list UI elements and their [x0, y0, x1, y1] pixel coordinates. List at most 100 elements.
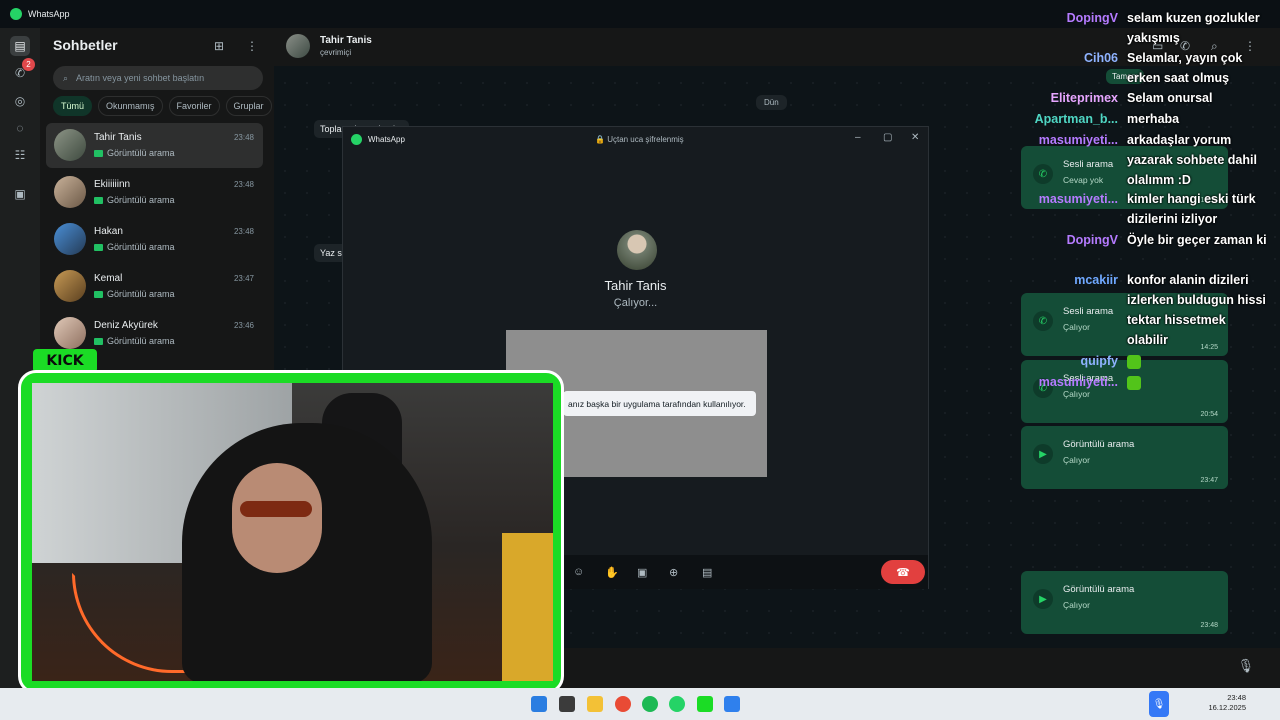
streamer-face [232, 463, 322, 573]
microphone-in-use-icon[interactable]: 🎙 [1149, 691, 1169, 717]
chat-text: arkadaşlar yorum yazarak sohbete dahil o… [1127, 133, 1257, 187]
whatsapp-taskbar-icon[interactable] [669, 696, 685, 712]
chat-username: masumiyeti... [1038, 133, 1118, 147]
chat-text: merhaba [1127, 112, 1180, 126]
app-title: WhatsApp [28, 9, 70, 19]
search-input[interactable]: ⌕ Aratın veya yeni sohbet başlatın [53, 66, 263, 90]
chat-time: 23:48 [233, 133, 254, 142]
video-call-icon [94, 149, 103, 157]
webcam-feed [32, 383, 553, 681]
avatar [54, 129, 86, 161]
call-title: Görüntülü arama [1063, 584, 1135, 595]
chat-text: Selamlar, yayın çok erken saat olmuş [1127, 51, 1243, 85]
chat-text: kimler hangi eski türk dizilerini izliyo… [1127, 192, 1256, 226]
more-options-icon[interactable]: ▤ [702, 566, 712, 579]
clock[interactable]: 23:48 16.12.2025 [1208, 693, 1246, 713]
avatar [54, 270, 86, 302]
clock-date: 16.12.2025 [1208, 703, 1246, 712]
minimize-icon[interactable]: – [855, 132, 861, 143]
menu-icon[interactable]: ⋮ [246, 39, 258, 53]
chat-time: 23:48 [233, 227, 254, 236]
filter-favorites[interactable]: Favoriler [168, 96, 220, 116]
close-icon[interactable]: ✕ [911, 132, 919, 143]
chat-preview: Görüntülü arama [107, 336, 175, 346]
hangup-icon: ☎ [896, 566, 910, 579]
search-icon: ⌕ [63, 72, 69, 83]
call-status: Çalıyor [1063, 455, 1090, 465]
avatar[interactable] [286, 34, 310, 58]
chat-username: masumiyeti... [1038, 375, 1118, 389]
chat-name: Kemal [94, 273, 123, 284]
whatsapp-logo-icon [10, 8, 22, 20]
start-icon[interactable] [531, 696, 547, 712]
chat-text: selam kuzen gozlukler yakışmış [1127, 11, 1260, 45]
chat-item[interactable]: Hakan 23:48 Görüntülü arama [46, 217, 263, 262]
encryption-label: Uçtan uca şifrelenmiş [607, 135, 684, 144]
taskbar: 🎙 23:48 16.12.2025 [0, 688, 1280, 720]
chat-preview: Görüntülü arama [107, 242, 175, 252]
screen-share-icon[interactable]: ▣ [637, 566, 647, 579]
new-chat-icon[interactable]: ⊞ [214, 39, 224, 53]
video-call-icon: ▶ [1033, 589, 1053, 609]
chat-username: DopingV [1066, 233, 1118, 247]
video-call-icon [94, 196, 103, 204]
date-divider: Dün [756, 95, 787, 110]
spotify-icon[interactable] [642, 696, 658, 712]
filter-chips: Tümü Okunmamış Favoriler Gruplar [53, 96, 272, 116]
archive-icon[interactable]: ▣ [10, 184, 30, 204]
encryption-notice: 🔒 Uçtan uca şifrelenmiş [595, 135, 684, 144]
chat-name: Ekiiiiiinn [94, 179, 131, 190]
chat-list-title: Sohbetler [53, 37, 118, 53]
chat-item[interactable]: Tahir Tanis 23:48 Görüntülü arama [46, 123, 263, 168]
photos-icon[interactable] [724, 696, 740, 712]
kick-icon[interactable] [697, 696, 713, 712]
chat-text: Selam onursal [1127, 91, 1213, 105]
add-participant-icon[interactable]: ⊕ [669, 566, 678, 579]
video-call-icon [94, 290, 103, 298]
call-title: Görüntülü arama [1063, 439, 1135, 450]
contact-status: çevrimiçi [320, 48, 352, 57]
chat-text: Öyle bir geçer zaman ki [1127, 233, 1267, 247]
call-time: 23:48 [1200, 622, 1218, 629]
chat-item[interactable]: Ekiiiiiinn 23:48 Görüntülü arama [46, 170, 263, 215]
video-call-icon [94, 243, 103, 251]
chat-item[interactable]: Kemal 23:47 Görüntülü arama [46, 264, 263, 309]
chrome-icon[interactable] [615, 696, 631, 712]
call-time: 23:47 [1200, 477, 1218, 484]
communities-icon[interactable]: ☷ [10, 145, 30, 165]
channels-icon[interactable]: ◌ [10, 118, 30, 138]
chat-text: konfor alanin dizileri izlerken buldugun… [1127, 273, 1266, 347]
filter-unread[interactable]: Okunmamış [98, 96, 163, 116]
chats-icon[interactable]: ▤ [10, 36, 30, 56]
stream-chat-overlay: DopingV selam kuzen gozlukler yakışmış C… [1020, 8, 1270, 398]
end-call-button[interactable]: ☎ [881, 560, 925, 584]
chat-username: DopingV [1066, 11, 1118, 25]
chat-username: Apartman_b... [1034, 112, 1118, 126]
video-call-icon [94, 337, 103, 345]
microphone-icon[interactable]: 🎙 [1237, 658, 1254, 674]
tinted-glasses [240, 501, 312, 517]
avatar [54, 176, 86, 208]
chat-preview: Görüntülü arama [107, 195, 175, 205]
emote-icon [1127, 375, 1141, 390]
chat-name: Hakan [94, 226, 123, 237]
call-window-title: WhatsApp [368, 134, 405, 144]
chat-username: Cih06 [1083, 51, 1118, 65]
avatar [54, 223, 86, 255]
whatsapp-logo-icon [351, 133, 362, 145]
call-log-bubble[interactable]: ▶ Görüntülü arama Çalıyor 23:47 [1021, 426, 1228, 489]
filter-all[interactable]: Tümü [53, 96, 93, 116]
chat-username: quipfy [1080, 354, 1119, 368]
call-log-bubble[interactable]: ▶ Görüntülü arama Çalıyor 23:48 [1021, 571, 1228, 634]
maximize-icon[interactable]: ▢ [883, 132, 892, 143]
status-icon[interactable]: ◎ [10, 91, 30, 111]
emote-icon [1127, 354, 1141, 369]
file-explorer-icon[interactable] [587, 696, 603, 712]
raise-hand-icon[interactable]: ✋ [605, 566, 619, 579]
camera-in-use-notice: anız başka bir uygulama tarafından kulla… [563, 391, 756, 416]
missed-calls-badge: 2 [22, 58, 35, 71]
emoji-icon[interactable]: ☺ [573, 566, 584, 578]
filter-groups[interactable]: Gruplar [225, 96, 272, 116]
call-status: Çalıyor [1063, 600, 1090, 610]
task-view-icon[interactable] [559, 696, 575, 712]
